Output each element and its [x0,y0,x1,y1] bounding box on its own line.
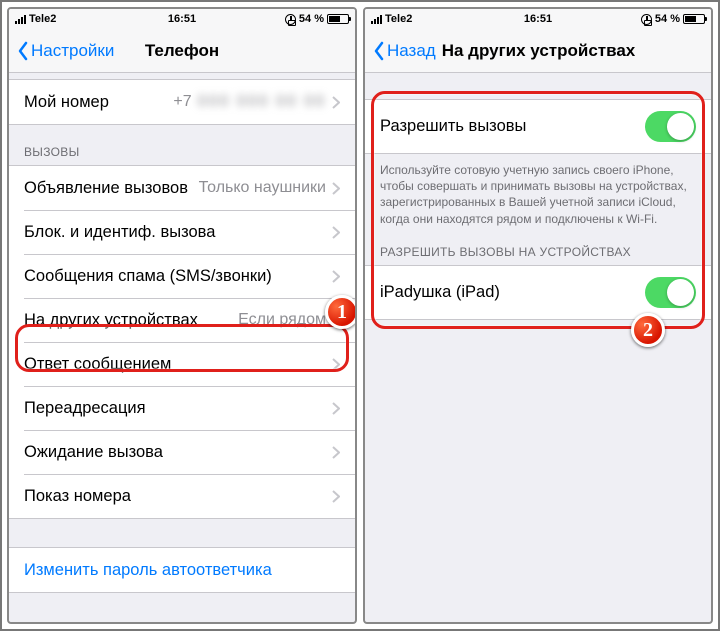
status-bar: Tele2 16:51 54 % [365,9,711,29]
orientation-lock-icon [285,14,296,25]
chevron-right-icon [332,182,340,195]
row-reply-with-message[interactable]: Ответ сообщением [9,342,355,386]
my-number-masked: 000 000 00 00 [198,93,326,111]
carrier-label: Tele2 [29,13,56,25]
chevron-right-icon [332,446,340,459]
back-button[interactable]: Назад [373,41,436,61]
back-button[interactable]: Настройки [17,41,114,61]
chevron-right-icon [332,402,340,415]
allow-calls-toggle[interactable] [645,111,696,142]
battery-icon [683,14,705,24]
row-block-identify[interactable]: Блок. и идентиф. вызова [9,210,355,254]
step-badge-2: 2 [631,313,665,347]
device-toggle[interactable] [645,277,696,308]
chevron-right-icon [332,358,340,371]
chevron-right-icon [332,490,340,503]
row-call-forwarding[interactable]: Переадресация [9,386,355,430]
row-spam-messages[interactable]: Сообщения спама (SMS/звонки) [9,254,355,298]
section-header-calls: ВЫЗОВЫ [9,125,355,165]
my-number-label: Мой номер [24,93,173,112]
chevron-right-icon [332,270,340,283]
row-other-devices[interactable]: На других устройствах Если рядом [9,298,355,342]
nav-bar: Назад На других устройствах [365,29,711,73]
battery-percent: 54 % [299,13,324,25]
carrier-label: Tele2 [385,13,412,25]
orientation-lock-icon [641,14,652,25]
nav-bar: Настройки Телефон [9,29,355,73]
battery-icon [327,14,349,24]
status-bar: Tele2 16:51 54 % [9,9,355,29]
battery-percent: 54 % [655,13,680,25]
chevron-right-icon [332,96,340,109]
signal-icon [15,14,26,24]
row-change-voicemail-password[interactable]: Изменить пароль автоответчика [9,548,355,592]
allow-calls-footer: Используйте сотовую учетную запись своег… [365,154,711,231]
row-allow-calls: Разрешить вызовы [365,100,711,153]
phone-other-devices-screen: Tele2 16:51 54 % Назад На других устройс… [363,7,713,624]
nav-title: На других устройствах [442,41,703,61]
row-my-number[interactable]: Мой номер +7 000 000 00 00 [9,80,355,124]
row-call-announce[interactable]: Объявление вызовов Только наушники [9,166,355,210]
step-badge-1: 1 [325,295,357,329]
phone-settings-screen: Tele2 16:51 54 % Настройки Телефон Мой н… [7,7,357,624]
device-label: iPadушка (iPad) [380,283,645,302]
chevron-left-icon [17,41,29,61]
signal-icon [371,14,382,24]
back-label: Назад [387,41,436,61]
section-header-devices: РАЗРЕШИТЬ ВЫЗОВЫ НА УСТРОЙСТВАХ [365,231,711,265]
row-call-waiting[interactable]: Ожидание вызова [9,430,355,474]
row-show-caller-id[interactable]: Показ номера [9,474,355,518]
row-device-ipad: iPadушка (iPad) [365,266,711,319]
back-label: Настройки [31,41,114,61]
my-number-value: +7 [173,93,191,111]
chevron-right-icon [332,226,340,239]
allow-calls-label: Разрешить вызовы [380,117,645,136]
chevron-left-icon [373,41,385,61]
